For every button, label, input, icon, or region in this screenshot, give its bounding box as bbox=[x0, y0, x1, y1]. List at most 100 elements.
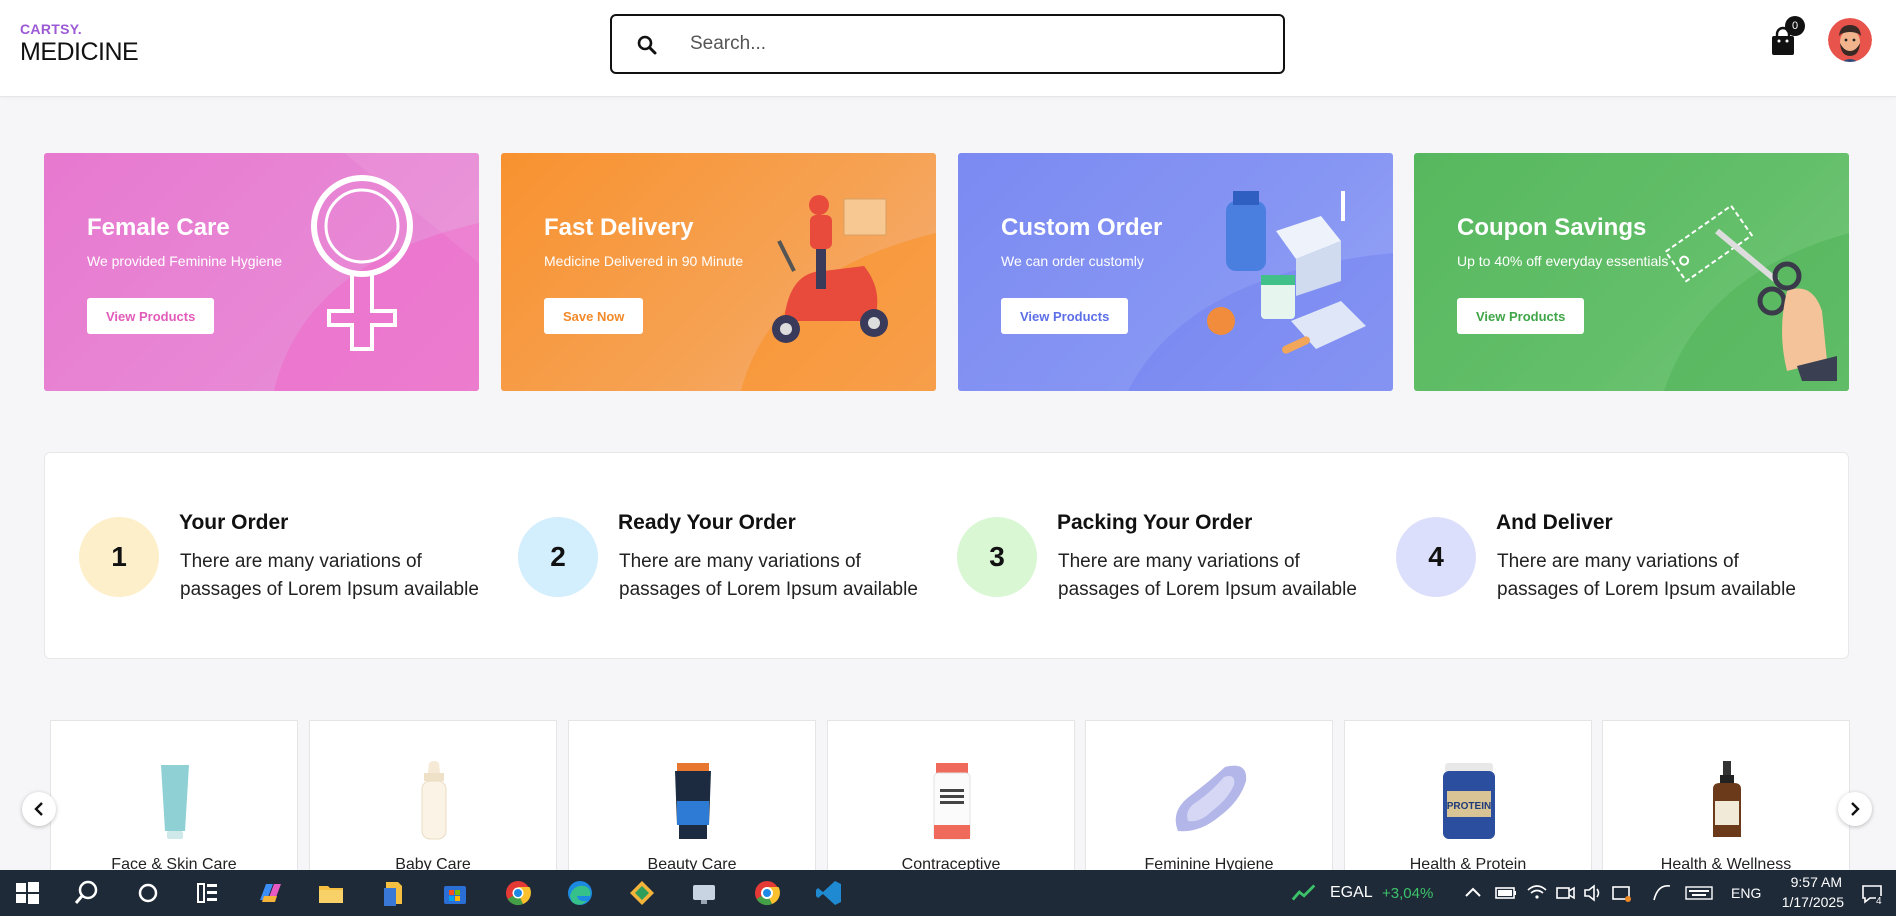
category-card-contraceptive[interactable]: Contraceptive bbox=[827, 720, 1075, 870]
copilot-icon[interactable] bbox=[255, 878, 285, 908]
view-products-button[interactable]: View Products bbox=[87, 298, 215, 334]
category-card-health-wellness[interactable]: Health & Wellness bbox=[1602, 720, 1850, 870]
svg-text:PROTEIN: PROTEIN bbox=[1447, 801, 1491, 812]
site-header: CARTSY. MEDICINE 0 bbox=[0, 0, 1896, 97]
cart-count-badge: 0 bbox=[1785, 16, 1805, 36]
banner-fast-delivery: Fast Delivery Medicine Delivered in 90 M… bbox=[501, 153, 936, 391]
chevron-left-icon bbox=[34, 802, 43, 816]
chrome-profile-icon[interactable] bbox=[752, 878, 782, 908]
logo-brand: CARTSY. bbox=[20, 21, 82, 37]
baby-bottle-icon bbox=[421, 761, 447, 840]
language-indicator[interactable]: ENG bbox=[1731, 885, 1761, 901]
windows-start-icon[interactable] bbox=[12, 878, 42, 908]
banner-title: Fast Delivery bbox=[544, 214, 694, 241]
site-logo[interactable]: CARTSY. MEDICINE bbox=[20, 21, 139, 67]
cortana-icon[interactable] bbox=[133, 878, 163, 908]
stock-chart-icon[interactable] bbox=[1290, 878, 1318, 908]
category-card-health-protein[interactable]: PROTEIN Health & Protein bbox=[1344, 720, 1592, 870]
search-input[interactable] bbox=[690, 26, 1250, 62]
banner-subtitle: We can order customly bbox=[1001, 253, 1144, 269]
category-label: Feminine Hygiene bbox=[1144, 856, 1274, 870]
step-number-badge: 3 bbox=[957, 517, 1037, 597]
file-explorer-icon[interactable] bbox=[316, 878, 346, 908]
category-label: Beauty Care bbox=[647, 856, 737, 870]
order-steps-panel: 1 Your Order There are many variations o… bbox=[44, 452, 1849, 659]
stock-name: EGAL bbox=[1330, 884, 1373, 901]
category-label: Health & Wellness bbox=[1660, 856, 1792, 870]
carousel-prev-button[interactable] bbox=[22, 792, 56, 826]
vscode-icon[interactable] bbox=[814, 878, 844, 908]
notes-app-icon[interactable] bbox=[378, 878, 408, 908]
logo-name: MEDICINE bbox=[20, 38, 139, 66]
category-label: Health & Protein bbox=[1409, 856, 1527, 870]
wifi-icon[interactable] bbox=[1526, 878, 1548, 908]
volume-icon[interactable] bbox=[1582, 878, 1604, 908]
dropper-bottle-icon bbox=[1713, 761, 1741, 837]
step-number-badge: 1 bbox=[79, 517, 159, 597]
chevron-right-icon bbox=[1851, 802, 1860, 816]
banner-subtitle: We provided Feminine Hygiene bbox=[87, 253, 283, 269]
step-title: And Deliver bbox=[1496, 511, 1613, 534]
notification-center-icon[interactable] bbox=[1860, 878, 1886, 908]
category-label: Contraceptive bbox=[901, 856, 1001, 870]
view-products-button[interactable]: View Products bbox=[1001, 298, 1129, 334]
chevron-up-icon[interactable] bbox=[1462, 878, 1484, 908]
protein-tub-icon: PROTEIN bbox=[1443, 763, 1495, 839]
task-view-icon[interactable] bbox=[192, 878, 222, 908]
search-icon[interactable] bbox=[72, 878, 102, 908]
female-symbol-icon bbox=[311, 175, 413, 351]
category-label: Face & Skin Care bbox=[111, 856, 237, 870]
battery-icon[interactable] bbox=[1494, 878, 1518, 908]
meet-now-icon[interactable] bbox=[1610, 878, 1632, 908]
banner-title: Coupon Savings bbox=[1457, 214, 1647, 241]
windows-taskbar: EGAL +3,04% ENG 9:57 AM 1/17/2025 4 bbox=[0, 870, 1896, 916]
step-title: Your Order bbox=[179, 511, 289, 534]
banner-subtitle: Medicine Delivered in 90 Minute bbox=[544, 253, 744, 269]
clock-time[interactable]: 9:57 AM bbox=[1780, 874, 1842, 890]
camera-icon[interactable] bbox=[1554, 878, 1576, 908]
notification-count: 4 bbox=[1876, 896, 1882, 907]
step-and-deliver: 4 And Deliver There are many variations … bbox=[1362, 453, 1802, 660]
step-title: Ready Your Order bbox=[618, 511, 796, 534]
step-description: There are many variations of passages of… bbox=[180, 551, 479, 600]
step-number-badge: 2 bbox=[518, 517, 598, 597]
price-tag-scissors-icon bbox=[1664, 204, 1837, 381]
banner-female-care: Female Care We provided Feminine Hygiene… bbox=[44, 153, 479, 391]
category-card-feminine-hygiene[interactable]: Feminine Hygiene bbox=[1085, 720, 1333, 870]
step-packing-your-order: 3 Packing Your Order There are many vari… bbox=[923, 453, 1363, 660]
microsoft-store-icon[interactable] bbox=[440, 878, 470, 908]
carousel-next-button[interactable] bbox=[1838, 792, 1872, 826]
banner-title: Custom Order bbox=[1001, 214, 1163, 241]
medicine-bottles-icon bbox=[1207, 191, 1366, 354]
step-title: Packing Your Order bbox=[1057, 511, 1253, 534]
lotion-tube-icon bbox=[161, 765, 189, 839]
face-wash-tube-icon bbox=[675, 763, 711, 839]
chrome-icon[interactable] bbox=[503, 878, 533, 908]
remote-desktop-icon[interactable] bbox=[689, 878, 719, 908]
banner-custom-order: Custom Order We can order customly View … bbox=[958, 153, 1393, 391]
step-number-badge: 4 bbox=[1396, 517, 1476, 597]
category-carousel: Face & Skin Care Baby Care Beauty Care C… bbox=[0, 720, 1896, 870]
clock-date[interactable]: 1/17/2025 bbox=[1774, 894, 1844, 910]
sanitary-pad-icon bbox=[1175, 765, 1247, 832]
category-card-beauty-care[interactable]: Beauty Care bbox=[568, 720, 816, 870]
stock-change: +3,04% bbox=[1382, 885, 1434, 902]
git-tool-icon[interactable] bbox=[627, 878, 657, 908]
pen-icon[interactable] bbox=[1650, 878, 1674, 908]
view-products-button[interactable]: View Products bbox=[1457, 298, 1585, 334]
step-description: There are many variations of passages of… bbox=[1058, 551, 1357, 600]
step-description: There are many variations of passages of… bbox=[1497, 551, 1796, 600]
search-box[interactable] bbox=[610, 14, 1285, 74]
category-label: Baby Care bbox=[395, 856, 471, 870]
category-card-face-skin-care[interactable]: Face & Skin Care bbox=[50, 720, 298, 870]
edge-icon[interactable] bbox=[565, 878, 595, 908]
keyboard-icon[interactable] bbox=[1684, 878, 1714, 908]
save-now-button[interactable]: Save Now bbox=[544, 298, 644, 334]
step-your-order: 1 Your Order There are many variations o… bbox=[45, 453, 485, 660]
user-avatar[interactable] bbox=[1828, 18, 1872, 62]
category-card-baby-care[interactable]: Baby Care bbox=[309, 720, 557, 870]
step-ready-your-order: 2 Ready Your Order There are many variat… bbox=[484, 453, 924, 660]
supplement-jar-icon bbox=[933, 763, 971, 840]
banner-title: Female Care bbox=[87, 214, 230, 241]
search-icon[interactable] bbox=[636, 34, 658, 61]
